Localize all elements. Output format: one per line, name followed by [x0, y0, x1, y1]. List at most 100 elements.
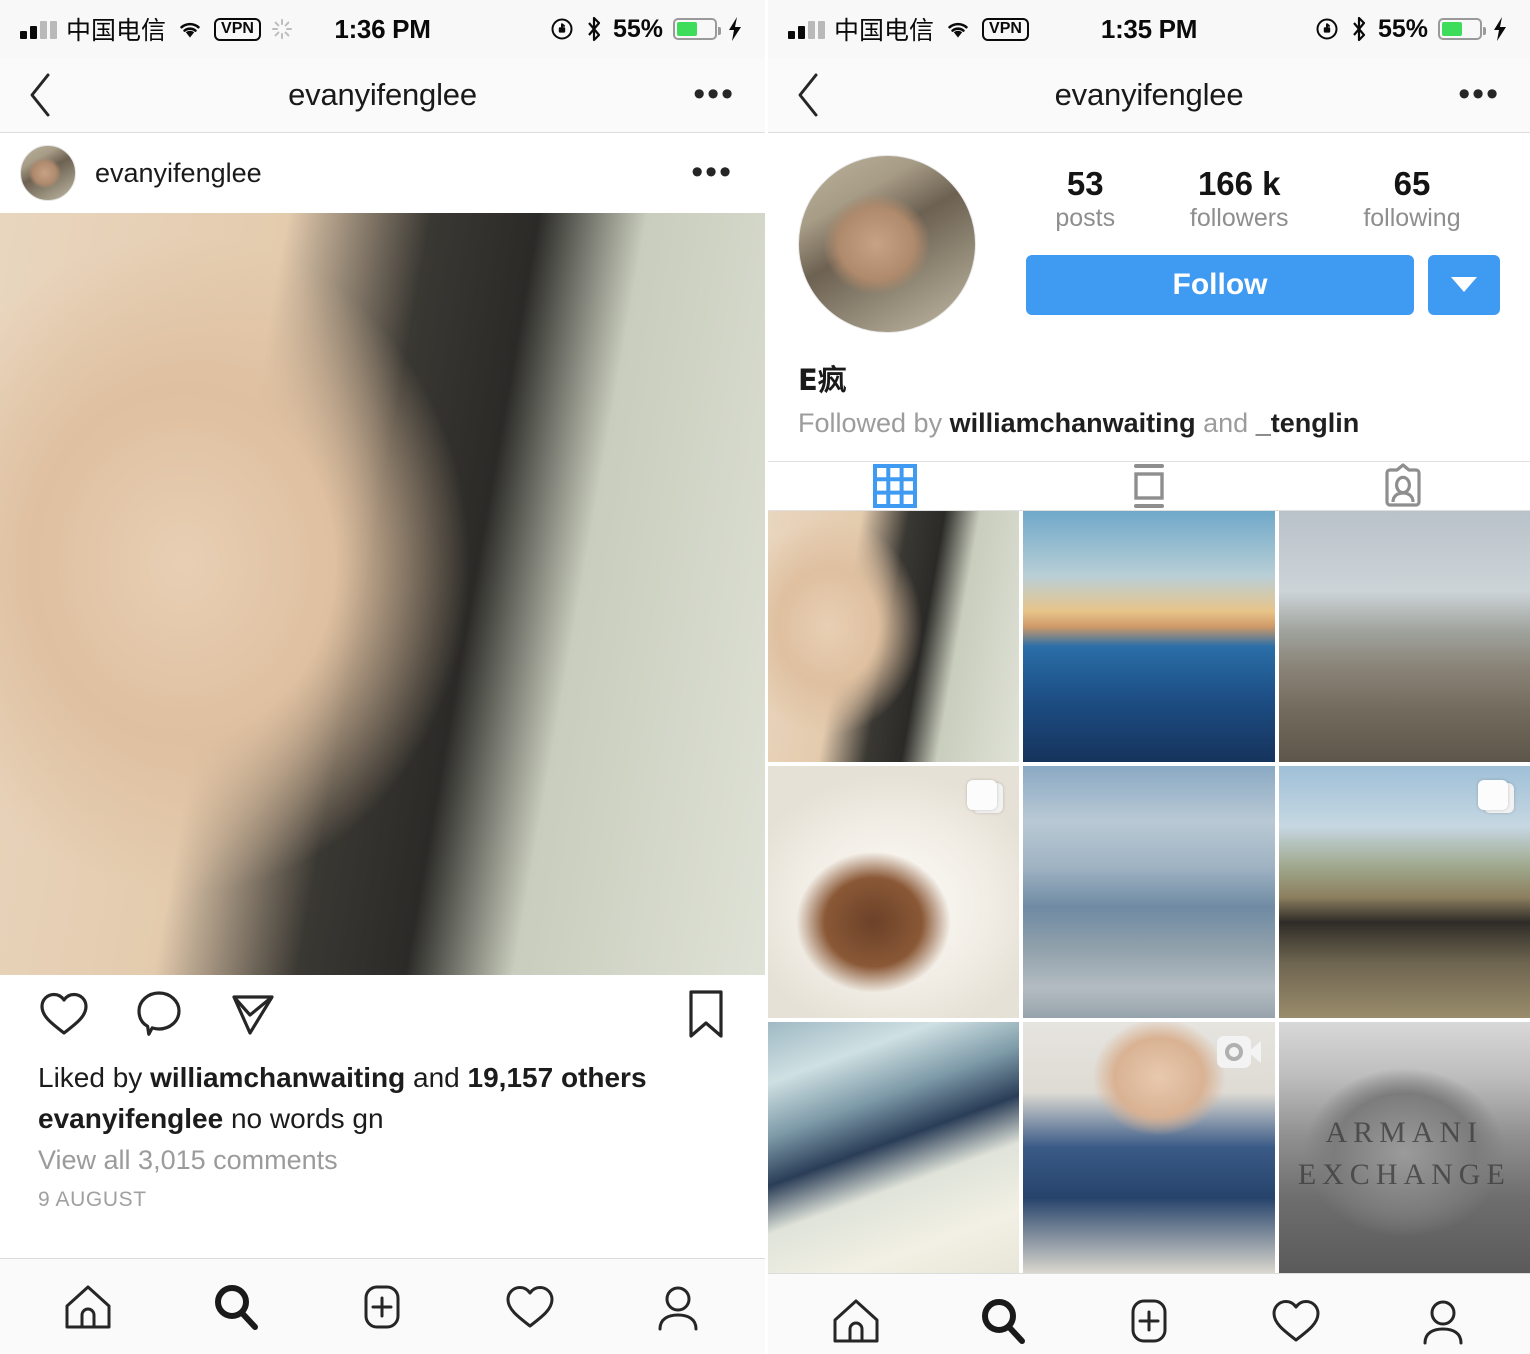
battery-percent-label: 55% [1377, 14, 1428, 43]
profile-action-row: Follow [1012, 254, 1504, 315]
profile-avatar[interactable] [798, 155, 976, 333]
caption-username[interactable]: evanyifenglee [38, 1103, 223, 1134]
post-author-username[interactable]: evanyifenglee [95, 158, 262, 189]
carousel-badge-icon [967, 780, 1004, 816]
post-date: 9 AUGUST [38, 1187, 147, 1211]
phone-screen-post: 中国电信 VPN 1:36 PM 55% evanyifenglee ••• e… [0, 0, 765, 1354]
tagged-photos-tab-icon[interactable] [1380, 462, 1426, 510]
likes-count[interactable]: 19,157 others [468, 1062, 647, 1093]
like-heart-icon[interactable] [38, 989, 90, 1039]
profile-display-name: E疯 [798, 363, 847, 397]
bluetooth-icon [588, 16, 601, 42]
search-icon[interactable] [211, 1282, 261, 1332]
profile-stats-and-actions: 53 posts 166 k followers 65 following Fo… [1012, 155, 1504, 315]
bluetooth-icon [1353, 16, 1366, 42]
add-post-icon[interactable] [1124, 1296, 1174, 1346]
caption-text: no words gn [223, 1103, 384, 1135]
status-right-group-right: 55% [1314, 0, 1508, 58]
stat-following-label: following [1363, 203, 1461, 232]
status-bar-left: 中国电信 VPN 1:36 PM 55% [0, 0, 765, 58]
back-chevron-icon[interactable] [792, 69, 826, 121]
follow-options-button[interactable] [1428, 254, 1500, 315]
grid-item[interactable]: ARMANI EXCHANGE [1278, 1021, 1530, 1273]
search-icon[interactable] [978, 1296, 1028, 1346]
activity-heart-icon[interactable] [504, 1282, 556, 1332]
stat-following[interactable]: 65 following [1363, 165, 1460, 233]
phone-screen-profile: 中国电信 VPN 1:35 PM 55% evanyifenglee ••• 5… [765, 0, 1530, 1354]
activity-heart-icon[interactable] [1270, 1296, 1322, 1346]
post-header: evanyifenglee ••• [0, 133, 765, 213]
home-icon[interactable] [62, 1282, 114, 1332]
stat-posts-label: posts [1055, 203, 1116, 232]
likes-prefix: Liked by [38, 1062, 151, 1093]
home-icon[interactable] [830, 1296, 882, 1346]
grid-item[interactable] [1023, 511, 1275, 763]
profile-bio: E疯 Followed by williamchanwaiting and _t… [768, 333, 1530, 439]
post-author-avatar[interactable] [20, 145, 76, 201]
stat-followers[interactable]: 166 k followers [1190, 165, 1289, 233]
rotation-lock-icon [551, 18, 573, 40]
bottom-tab-bar-right [768, 1272, 1530, 1354]
likes-line: Liked by williamchanwaiting and 19,157 o… [38, 1057, 727, 1098]
profile-photo-grid: ARMANI EXCHANGE [768, 511, 1530, 1273]
status-right-group: 55% [549, 0, 743, 58]
grid-item[interactable] [1023, 766, 1275, 1018]
stat-following-value: 65 [1393, 165, 1431, 202]
profile-stats: 53 posts 166 k followers 65 following [1012, 155, 1504, 233]
grid-photo-skull-mural-warehouse-skyline [1278, 511, 1530, 763]
post-action-bar [0, 975, 765, 1053]
video-badge-icon [1216, 1035, 1261, 1068]
post-more-button[interactable]: ••• [691, 156, 733, 189]
stat-posts[interactable]: 53 posts [1055, 165, 1115, 233]
bottom-tab-bar-left [0, 1258, 765, 1354]
nav-more-button[interactable]: ••• [1458, 78, 1500, 111]
followed-user-2[interactable]: _tenglin [1256, 408, 1360, 438]
battery-icon [673, 18, 721, 40]
post-photo[interactable] [0, 213, 765, 975]
comment-bubble-icon[interactable] [134, 989, 184, 1039]
grid-photo-cap-text: ARMANI EXCHANGE [1297, 1116, 1511, 1191]
nav-more-button[interactable]: ••• [693, 78, 735, 111]
bookmark-save-icon[interactable] [687, 989, 725, 1039]
grid-item[interactable] [1278, 766, 1530, 1018]
battery-percent-label: 55% [612, 14, 663, 43]
profile-header: 53 posts 166 k followers 65 following Fo… [768, 133, 1530, 333]
stat-posts-value: 53 [1066, 165, 1104, 202]
battery-icon [1438, 18, 1486, 40]
nav-bar-left: evanyifenglee ••• [0, 58, 765, 133]
grid-item[interactable] [768, 766, 1020, 1018]
post-caption-block: Liked by williamchanwaiting and 19,157 o… [0, 1053, 765, 1212]
follow-button[interactable]: Follow [1026, 254, 1414, 315]
likes-mid: and [405, 1062, 468, 1093]
back-chevron-icon[interactable] [24, 69, 58, 121]
chevron-down-icon [1451, 277, 1477, 293]
grid-photo-selfie-bathroom-mirror [768, 511, 1020, 763]
add-post-icon[interactable] [357, 1282, 407, 1332]
grid-photo-hand-with-capilano-stamp [768, 1021, 1020, 1273]
rotation-lock-icon [1316, 18, 1338, 40]
followed-prefix: Followed by [798, 408, 950, 438]
profile-person-icon[interactable] [653, 1282, 703, 1332]
charging-bolt-icon [729, 17, 741, 41]
share-direct-icon[interactable] [228, 989, 278, 1039]
likes-username[interactable]: williamchanwaiting [150, 1062, 405, 1093]
grid-view-tab-icon[interactable] [872, 463, 918, 509]
grid-item[interactable] [768, 511, 1020, 763]
profile-person-icon[interactable] [1418, 1296, 1468, 1346]
grid-item[interactable] [1278, 511, 1530, 763]
list-view-tab-icon[interactable] [1127, 462, 1171, 510]
followed-user-1[interactable]: williamchanwaiting [950, 408, 1196, 438]
grid-photo-city-skyline-from-above [1023, 766, 1275, 1018]
followed-mid: and [1195, 408, 1256, 438]
view-comments-link[interactable]: View all 3,015 comments [38, 1140, 727, 1181]
nav-bar-right: evanyifenglee ••• [768, 58, 1530, 133]
dual-screenshot-comparison: 中国电信 VPN 1:36 PM 55% evanyifenglee ••• e… [0, 0, 1530, 1354]
grid-photo-fisherman-at-sunset-sea [1023, 511, 1275, 763]
status-bar-right: 中国电信 VPN 1:35 PM 55% [768, 0, 1530, 58]
grid-item[interactable] [1023, 1021, 1275, 1273]
profile-view-tabs [768, 461, 1530, 511]
page-title: evanyifenglee [1054, 77, 1244, 112]
grid-item[interactable] [768, 1021, 1020, 1273]
stat-followers-value: 166 k [1197, 165, 1281, 202]
carousel-badge-icon [1477, 780, 1514, 816]
